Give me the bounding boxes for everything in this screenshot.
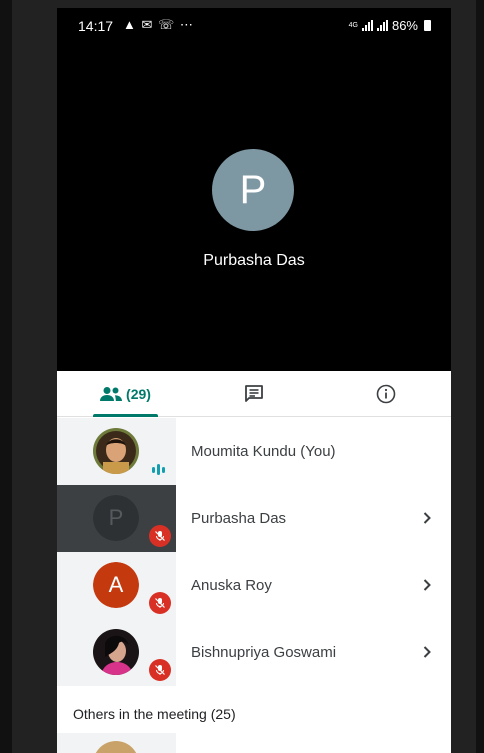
chevron-right-icon[interactable]	[417, 508, 437, 528]
meeting-details-panel: (29) Moumita Kundu (You) P Purbasha Das …	[57, 371, 451, 753]
frame-edge-right	[476, 0, 484, 753]
mail-icon: ✉	[141, 17, 154, 32]
status-right: 4G 86%	[349, 18, 431, 33]
network-type: 4G	[348, 22, 358, 29]
participant-tile	[57, 418, 176, 485]
tab-people[interactable]: (29)	[88, 371, 163, 417]
participant-tile: A	[57, 552, 176, 619]
signal-icon	[361, 20, 373, 31]
mic-off-icon	[149, 525, 171, 547]
participant-row-moumita[interactable]: Moumita Kundu (You)	[57, 418, 451, 485]
status-time: 14:17	[78, 18, 114, 34]
chat-icon	[245, 385, 263, 402]
participant-name: Moumita Kundu (You)	[191, 443, 336, 460]
tab-chat[interactable]	[237, 371, 271, 417]
avatar	[93, 741, 139, 753]
avatar: P	[93, 495, 139, 541]
speaking-indicator	[152, 464, 165, 475]
notification-icons: ▲ ✉ ☏ ⋯	[123, 17, 194, 33]
participant-row-bishnupriya[interactable]: Bishnupriya Goswami	[57, 619, 451, 686]
spotlight-area[interactable]: P Purbasha Das	[57, 42, 451, 371]
others-heading: Others in the meeting (25)	[73, 706, 236, 722]
chevron-right-icon[interactable]	[417, 642, 437, 662]
signal-icon-2	[376, 20, 388, 31]
participant-name: Purbasha Das	[191, 510, 287, 527]
spotlight-avatar: P	[212, 149, 294, 231]
spotlight-name: Purbasha Das	[203, 252, 305, 269]
battery-level: 86%	[391, 18, 418, 33]
more-dots-icon: ⋯	[179, 17, 194, 32]
whatsapp-icon: ☏	[158, 17, 176, 32]
tab-info[interactable]	[369, 371, 403, 417]
avatar	[93, 629, 139, 675]
chevron-right-icon[interactable]	[417, 575, 437, 595]
frame-edge-left	[0, 0, 12, 753]
participant-name: Anuska Roy	[191, 577, 272, 594]
participant-row-purbasha[interactable]: P Purbasha Das	[57, 485, 451, 552]
upload-icon: ▲	[123, 17, 137, 32]
status-bar: 14:17 ▲ ✉ ☏ ⋯ 4G 86%	[57, 8, 451, 42]
participant-row-anuska[interactable]: A Anuska Roy	[57, 552, 451, 619]
mic-off-icon	[149, 592, 171, 614]
info-icon	[376, 384, 396, 404]
participant-tile: P	[57, 485, 176, 552]
avatar: A	[93, 562, 139, 608]
participant-row-partial[interactable]	[57, 733, 176, 753]
mic-off-icon	[149, 659, 171, 681]
avatar	[93, 428, 139, 474]
participant-tile	[57, 619, 176, 686]
panel-tabs: (29)	[57, 371, 451, 417]
phone-screen: 14:17 ▲ ✉ ☏ ⋯ 4G 86% P Purbasha Das (29)…	[57, 8, 451, 753]
battery-icon	[424, 20, 431, 31]
active-tab-indicator	[93, 414, 158, 417]
participant-name: Bishnupriya Goswami	[191, 644, 337, 661]
screen-frame: 14:17 ▲ ✉ ☏ ⋯ 4G 86% P Purbasha Das (29)…	[0, 0, 484, 753]
people-count: (29)	[126, 386, 151, 402]
people-icon	[100, 387, 123, 401]
